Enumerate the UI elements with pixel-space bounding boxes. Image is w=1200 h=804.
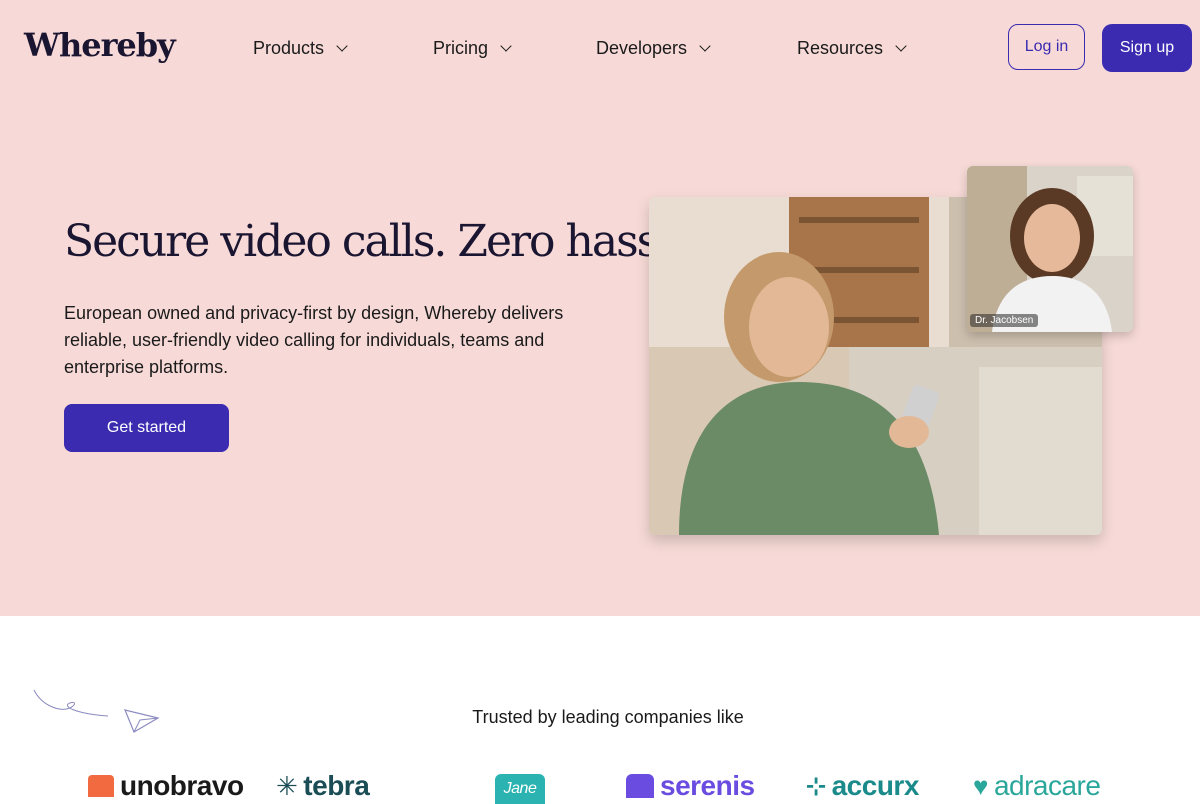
chevron-down-icon (699, 40, 711, 52)
heart-icon: ♥ (973, 770, 988, 801)
hero-description: European owned and privacy-first by desi… (64, 303, 564, 377)
trusted-heading: Trusted by leading companies like (472, 707, 744, 727)
company-name: serenis (660, 770, 755, 801)
chevron-down-icon (500, 40, 512, 52)
nav-developers[interactable]: Developers (596, 38, 711, 59)
company-name: tebra (303, 770, 370, 801)
nav-products-label: Products (253, 38, 325, 58)
pip-video-image (967, 166, 1133, 332)
nav-pricing-label: Pricing (433, 38, 489, 58)
whereby-logo[interactable]: Whereby (24, 26, 176, 64)
nav-developers-label: Developers (596, 38, 688, 58)
company-logos: unobravo ✳ tebra Jane serenis ⊹ accurx ♥… (0, 770, 1200, 804)
company-name: adracare (993, 770, 1101, 801)
company-logo-adracare: ♥ adracare (973, 770, 1101, 802)
chevron-down-icon (336, 40, 348, 52)
nav-pricing[interactable]: Pricing (433, 38, 512, 59)
participant-name-label: Dr. Jacobsen (970, 314, 1039, 327)
login-button[interactable]: Log in (1008, 24, 1085, 70)
nav-resources[interactable]: Resources (797, 38, 907, 59)
serenis-logo-icon (626, 774, 654, 798)
nav-resources-label: Resources (797, 38, 884, 58)
hero-title: Secure video calls. Zero hassle (64, 216, 695, 267)
signup-button[interactable]: Sign up (1102, 24, 1192, 72)
get-started-button[interactable]: Get started (64, 404, 229, 452)
tebra-logo-icon: ✳ (276, 770, 298, 801)
company-logo-tebra: ✳ tebra (276, 770, 370, 802)
company-logo-accurx: ⊹ accurx (806, 770, 919, 802)
chevron-down-icon (895, 40, 907, 52)
company-name: accurx (831, 770, 920, 801)
unobravo-logo-icon (88, 775, 114, 797)
company-name: unobravo (120, 770, 244, 801)
accurx-logo-icon: ⊹ (806, 772, 826, 800)
company-logo-serenis: serenis (626, 770, 755, 802)
nav-products[interactable]: Products (253, 38, 348, 59)
company-logo-unobravo: unobravo (88, 770, 244, 802)
